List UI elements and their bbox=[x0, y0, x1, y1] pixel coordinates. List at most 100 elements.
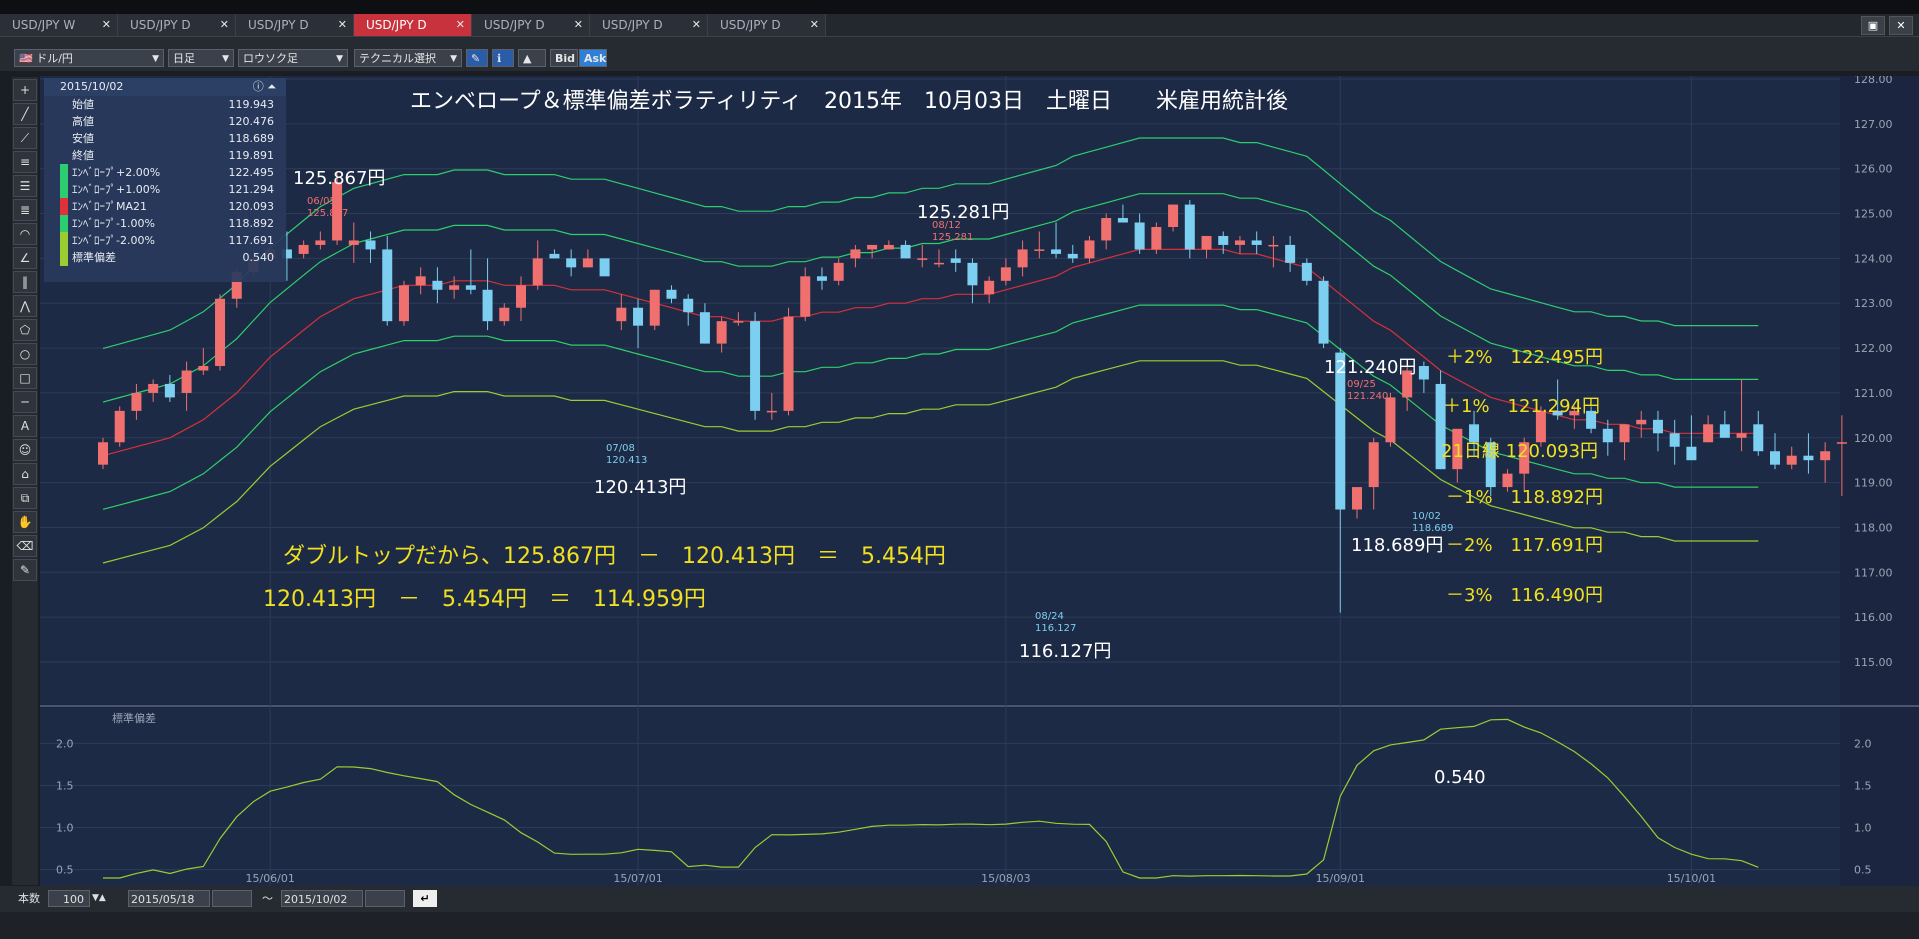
symbol-select[interactable]: 🇺🇸 ドル/円 ▼ bbox=[14, 49, 164, 67]
maximize-icon[interactable]: ▣ bbox=[1861, 16, 1885, 35]
info-row-label: 標準偏差 bbox=[60, 249, 116, 266]
candle-body bbox=[934, 262, 944, 265]
candle-body bbox=[783, 316, 794, 411]
tab-1[interactable]: USD/JPY D ✕ bbox=[118, 14, 236, 36]
fibonacci-icon[interactable]: ≣ bbox=[13, 199, 37, 221]
candle-body bbox=[850, 249, 861, 259]
apply-icon[interactable]: ↵ bbox=[413, 890, 437, 907]
candle-body bbox=[298, 244, 309, 254]
trendline-icon[interactable]: ╱ bbox=[13, 103, 37, 125]
candle-body bbox=[1703, 424, 1714, 443]
candle-body bbox=[1101, 218, 1112, 241]
close-icon[interactable]: ✕ bbox=[338, 14, 347, 36]
circle-icon[interactable]: ○ bbox=[13, 343, 37, 365]
x-tick-label: 15/10/01 bbox=[1667, 872, 1716, 885]
to-time-input[interactable] bbox=[365, 890, 405, 907]
drawing-toolbar: + ╱ ⟋ ≡ ☰ ≣ ◠ ∠ ‖ ⋀ ⬠ ○ □ ─ A ☺ ⌂ ⧉ ✋ ⌫ … bbox=[12, 77, 38, 885]
eraser-icon[interactable]: ⌫ bbox=[13, 535, 37, 557]
close-icon[interactable]: ✕ bbox=[692, 14, 701, 36]
tab-6[interactable]: USD/JPY D ✕ bbox=[708, 14, 826, 36]
candle-body bbox=[1619, 424, 1630, 443]
fan-icon[interactable]: ∠ bbox=[13, 247, 37, 269]
info-icon[interactable]: ⓘ ⏶ bbox=[253, 78, 276, 96]
from-time-input[interactable] bbox=[212, 890, 252, 907]
vertical-lines-icon[interactable]: ‖ bbox=[13, 271, 37, 293]
chevron-down-icon: ▼ bbox=[222, 54, 229, 64]
tab-4[interactable]: USD/JPY D ✕ bbox=[472, 14, 590, 36]
close-icon[interactable]: ✕ bbox=[574, 14, 583, 36]
pentagon-icon[interactable]: ⬠ bbox=[13, 319, 37, 341]
pen-icon[interactable]: ✎ bbox=[466, 49, 488, 67]
arc-icon[interactable]: ◠ bbox=[13, 223, 37, 245]
close-icon[interactable]: ✕ bbox=[810, 14, 819, 36]
chart-title: エンベロープ＆標準偏差ボラティリティ 2015年 10月03日 土曜日 米雇用統… bbox=[410, 89, 1288, 114]
candle-body bbox=[900, 244, 911, 259]
candle-body bbox=[198, 366, 209, 371]
tab-3[interactable]: USD/JPY D ✕ bbox=[354, 14, 472, 36]
close-icon[interactable]: ✕ bbox=[456, 14, 465, 36]
copy-icon[interactable]: ⧉ bbox=[13, 487, 37, 509]
sub-y-tick-label-left: 1.0 bbox=[56, 822, 74, 835]
close-icon[interactable]: ✕ bbox=[102, 14, 111, 36]
candle-body bbox=[465, 285, 476, 290]
crosshair-icon[interactable]: + bbox=[13, 79, 37, 101]
info-row: 終値 119.891 bbox=[44, 147, 286, 164]
clear-icon[interactable]: ✎ bbox=[13, 559, 37, 581]
candle-body bbox=[432, 280, 443, 290]
rectangle-icon[interactable]: □ bbox=[13, 367, 37, 389]
channel-lines-icon[interactable]: ☰ bbox=[13, 175, 37, 197]
price-chart[interactable]: 128.00 127.00 126.00 125.00 124.00 123.00 122.… bbox=[40, 73, 1919, 886]
pitchfork-icon[interactable]: ⋀ bbox=[13, 295, 37, 317]
bid-button[interactable]: Bid bbox=[550, 49, 578, 67]
info-row: 高値 120.476 bbox=[44, 113, 286, 130]
ohlc-info-panel: 2015/10/02 ⓘ ⏶ 始値 119.943 高値 120.476 安値 118.68… bbox=[44, 78, 286, 282]
count-input[interactable]: 100 bbox=[48, 890, 90, 907]
candle-body bbox=[1836, 442, 1847, 444]
technical-select[interactable]: テクニカル選択 ▼ bbox=[354, 49, 462, 67]
candle-body bbox=[766, 410, 777, 413]
horizontal-lines-icon[interactable]: ≡ bbox=[13, 151, 37, 173]
last-value: 118.689 bbox=[1412, 523, 1453, 534]
close-icon[interactable]: ✕ bbox=[1889, 16, 1913, 35]
ask-button[interactable]: Ask bbox=[579, 49, 607, 67]
from-date-input[interactable]: 2015/05/18 bbox=[128, 890, 210, 907]
candle-body bbox=[1268, 244, 1279, 247]
close-icon[interactable]: ✕ bbox=[220, 14, 229, 36]
y-tick-label: 117.00 bbox=[1854, 566, 1893, 579]
magnet-icon[interactable]: ⌂ bbox=[13, 463, 37, 485]
candle-body bbox=[1084, 240, 1095, 259]
info-row: ｴﾝﾍﾞﾛｰﾌﾟMA21 120.093 bbox=[44, 198, 286, 215]
candle-body bbox=[699, 312, 710, 344]
info-icon[interactable]: ℹ bbox=[492, 49, 514, 67]
mountain-chart-icon[interactable]: ▲ bbox=[518, 49, 546, 67]
high1-value: 125.867 bbox=[307, 208, 348, 219]
line-icon[interactable]: ─ bbox=[13, 391, 37, 413]
tab-2[interactable]: USD/JPY D ✕ bbox=[236, 14, 354, 36]
smiley-icon[interactable]: ☺ bbox=[13, 439, 37, 461]
hand-icon[interactable]: ✋ bbox=[13, 511, 37, 533]
info-row-label: 高値 bbox=[72, 115, 94, 128]
candle-body bbox=[566, 258, 577, 268]
x-tick-label: 15/08/03 bbox=[981, 872, 1030, 885]
candle-body bbox=[532, 258, 543, 286]
tab-5[interactable]: USD/JPY D ✕ bbox=[590, 14, 708, 36]
tab-0[interactable]: USD/JPY W ✕ bbox=[0, 14, 118, 36]
candle-body bbox=[1017, 249, 1028, 268]
candle-body bbox=[1469, 424, 1480, 443]
ruler-icon[interactable]: ⟋ bbox=[13, 127, 37, 149]
sub-pane bbox=[40, 708, 1840, 886]
chart-type-select[interactable]: ロウソク足 ▼ bbox=[238, 49, 348, 67]
tab-label: USD/JPY D bbox=[248, 18, 309, 32]
candle-body bbox=[750, 321, 761, 411]
text-icon[interactable]: A bbox=[13, 415, 37, 437]
high2-value: 125.281 bbox=[932, 232, 973, 243]
timeframe-select[interactable]: 日足 ▼ bbox=[168, 49, 234, 67]
high1-date: 06/05 bbox=[307, 196, 336, 207]
info-row-label: 安値 bbox=[72, 132, 94, 145]
candle-body bbox=[348, 240, 359, 245]
count-stepper[interactable]: ▼▲ bbox=[92, 890, 120, 907]
chart-area[interactable]: 128.00 127.00 126.00 125.00 124.00 123.00 122.… bbox=[40, 73, 1919, 886]
to-date-input[interactable]: 2015/10/02 bbox=[281, 890, 363, 907]
candle-body bbox=[616, 307, 627, 322]
top-menu-bar bbox=[0, 0, 1919, 14]
